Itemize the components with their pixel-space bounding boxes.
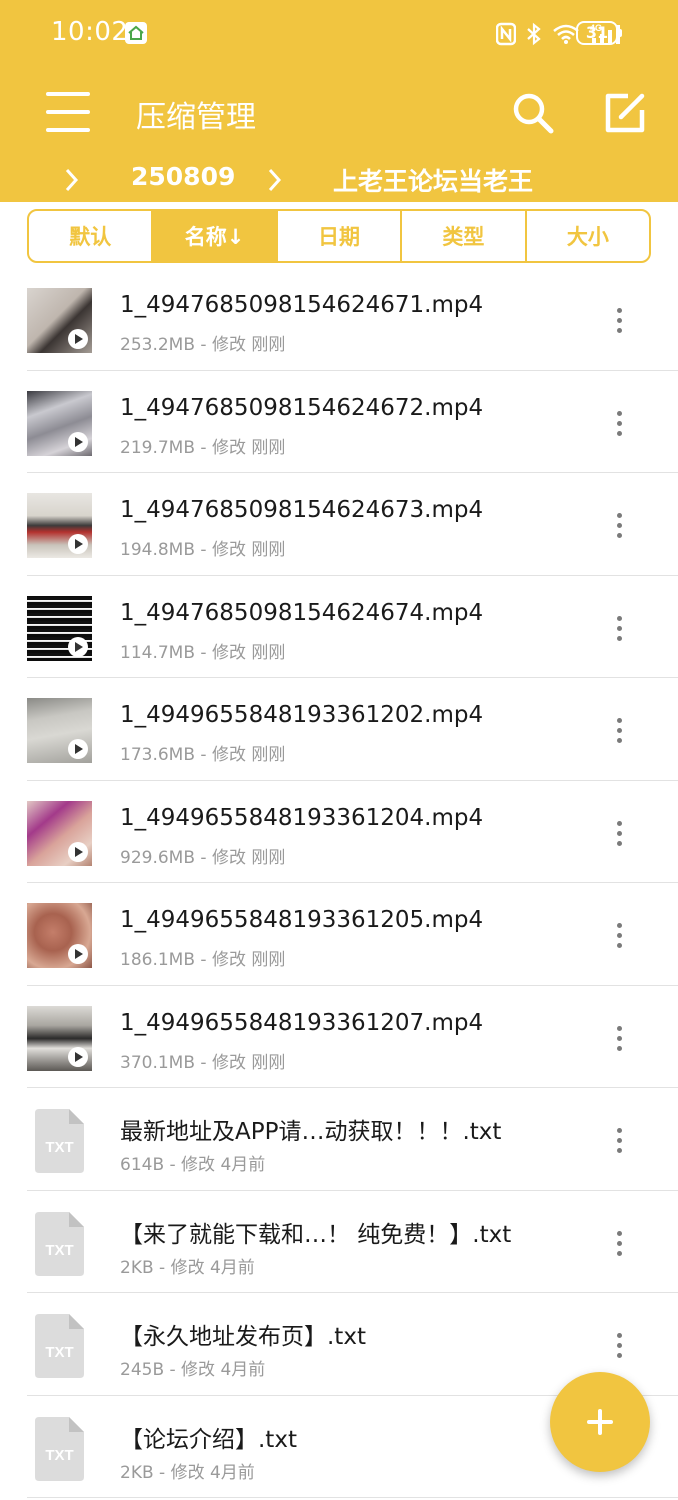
list-item[interactable]: 1_4949655848193361204.mp4 929.6MB - 修改 刚… <box>0 781 678 883</box>
home-notification-icon <box>125 22 147 44</box>
video-thumbnail <box>27 698 92 763</box>
file-meta: 2KB - 修改 4月前 <box>120 1257 255 1278</box>
list-item[interactable]: 1_4949655848193361205.mp4 186.1MB - 修改 刚… <box>0 883 678 986</box>
more-options-button[interactable] <box>606 511 632 541</box>
menu-button[interactable] <box>46 90 90 134</box>
more-options-button[interactable] <box>606 921 632 951</box>
play-icon <box>68 636 88 657</box>
breadcrumb: 250809 上老王论坛当老王 <box>0 158 678 202</box>
svg-text:TXT: TXT <box>45 1242 73 1259</box>
sort-tab-name[interactable]: 名称↓ <box>153 211 278 261</box>
sort-tab-default[interactable]: 默认 <box>29 211 154 261</box>
txt-file-icon: TXT <box>35 1109 84 1173</box>
nfc-icon <box>496 22 516 46</box>
more-options-button[interactable] <box>606 1229 632 1259</box>
file-meta: 929.6MB - 修改 刚刚 <box>120 847 286 868</box>
bluetooth-icon <box>527 22 541 46</box>
file-meta: 186.1MB - 修改 刚刚 <box>120 950 286 970</box>
file-name: 最新地址及APP请…动获取！！！.txt <box>120 1119 502 1145</box>
file-name: 1_4949655848193361202.mp4 <box>120 702 484 728</box>
svg-text:TXT: TXT <box>45 1139 73 1156</box>
video-thumbnail <box>27 493 92 558</box>
divider <box>27 1497 678 1498</box>
list-item[interactable]: TXT 最新地址及APP请…动获取！！！.txt 614B - 修改 4月前 <box>0 1088 678 1191</box>
txt-file-icon: TXT <box>35 1314 84 1378</box>
file-meta: 253.2MB - 修改 刚刚 <box>120 335 286 355</box>
file-meta: 245B - 修改 4月前 <box>120 1360 266 1380</box>
file-meta: 194.8MB - 修改 刚刚 <box>120 540 286 560</box>
chevron-right-icon <box>268 168 282 192</box>
more-options-button[interactable] <box>606 819 632 849</box>
play-icon <box>68 431 88 452</box>
file-meta: 173.6MB - 修改 刚刚 <box>120 745 286 765</box>
list-item[interactable]: 1_4947685098154624672.mp4 219.7MB - 修改 刚… <box>0 371 678 473</box>
more-options-button[interactable] <box>606 1126 632 1156</box>
file-name: 1_4947685098154624671.mp4 <box>120 292 484 318</box>
list-item[interactable]: 1_4949655848193361207.mp4 370.1MB - 修改 刚… <box>0 986 678 1088</box>
play-icon <box>68 329 88 349</box>
play-icon <box>68 944 88 964</box>
more-options-button[interactable] <box>606 1331 632 1361</box>
play-icon <box>68 739 88 759</box>
page-title: 压缩管理 <box>136 100 256 135</box>
file-name: 【永久地址发布页】.txt <box>120 1324 366 1350</box>
list-item[interactable]: 1_4947685098154624674.mp4 114.7MB - 修改 刚… <box>0 576 678 678</box>
play-icon <box>68 534 88 554</box>
video-thumbnail <box>27 903 92 968</box>
search-button[interactable] <box>510 90 556 136</box>
file-name: 【论坛介绍】.txt <box>120 1426 297 1453</box>
edit-button[interactable] <box>602 90 648 136</box>
add-fab-button[interactable] <box>550 1372 650 1472</box>
battery-icon: 31 <box>576 21 622 45</box>
svg-text:TXT: TXT <box>45 1447 73 1464</box>
file-name: 1_4947685098154624674.mp4 <box>120 599 484 626</box>
file-name: 1_4947685098154624672.mp4 <box>120 394 484 421</box>
list-item[interactable]: 1_4947685098154624671.mp4 253.2MB - 修改 刚… <box>0 268 678 371</box>
status-time: 10:02 <box>51 17 129 47</box>
list-item[interactable]: TXT 【来了就能下载和…！ 纯免费！】.txt 2KB - 修改 4月前 <box>0 1191 678 1293</box>
file-name: 1_4949655848193361207.mp4 <box>120 1009 484 1036</box>
more-options-button[interactable] <box>606 614 632 644</box>
more-options-button[interactable] <box>606 716 632 746</box>
video-thumbnail <box>27 595 92 661</box>
video-thumbnail <box>27 1005 92 1071</box>
sort-tab-type[interactable]: 类型 <box>402 211 527 261</box>
sort-tab-size[interactable]: 大小 <box>527 211 649 261</box>
video-thumbnail <box>27 288 92 353</box>
file-name: 1_4947685098154624673.mp4 <box>120 497 484 523</box>
list-item[interactable]: 1_4949655848193361202.mp4 173.6MB - 修改 刚… <box>0 678 678 781</box>
sort-tab-date[interactable]: 日期 <box>278 211 403 261</box>
sort-tabs: 默认 名称↓ 日期 类型 大小 <box>27 209 651 263</box>
file-name: 【来了就能下载和…！ 纯免费！】.txt <box>120 1221 512 1248</box>
svg-text:TXT: TXT <box>45 1344 73 1361</box>
more-options-button[interactable] <box>606 409 632 439</box>
search-icon <box>513 93 554 134</box>
more-options-button[interactable] <box>606 1024 632 1054</box>
file-meta: 219.7MB - 修改 刚刚 <box>120 437 286 458</box>
play-icon <box>68 841 88 862</box>
breadcrumb-item-current[interactable]: 上老王论坛当老王 <box>333 162 533 198</box>
file-list: 1_4947685098154624671.mp4 253.2MB - 修改 刚… <box>0 268 678 1498</box>
file-meta: 2KB - 修改 4月前 <box>120 1462 255 1483</box>
breadcrumb-item-folder[interactable]: 250809 <box>131 162 235 191</box>
more-options-button[interactable] <box>606 306 632 336</box>
list-item[interactable]: 1_4947685098154624673.mp4 194.8MB - 修改 刚… <box>0 473 678 576</box>
video-thumbnail <box>27 800 92 866</box>
video-thumbnail <box>27 390 92 456</box>
app-header: 10:02 4G 31 压缩管理 250809 上老王论坛当老王 <box>0 0 678 202</box>
file-meta: 114.7MB - 修改 刚刚 <box>120 642 286 663</box>
file-meta: 370.1MB - 修改 刚刚 <box>120 1052 286 1073</box>
file-name: 1_4949655848193361204.mp4 <box>120 804 484 831</box>
edit-icon <box>605 93 645 133</box>
txt-file-icon: TXT <box>35 1211 84 1276</box>
chevron-right-icon <box>65 168 79 192</box>
file-meta: 614B - 修改 4月前 <box>120 1155 266 1175</box>
txt-file-icon: TXT <box>35 1416 84 1481</box>
file-name: 1_4949655848193361205.mp4 <box>120 907 484 933</box>
play-icon <box>68 1046 88 1067</box>
status-bar: 10:02 4G 31 <box>0 0 678 70</box>
